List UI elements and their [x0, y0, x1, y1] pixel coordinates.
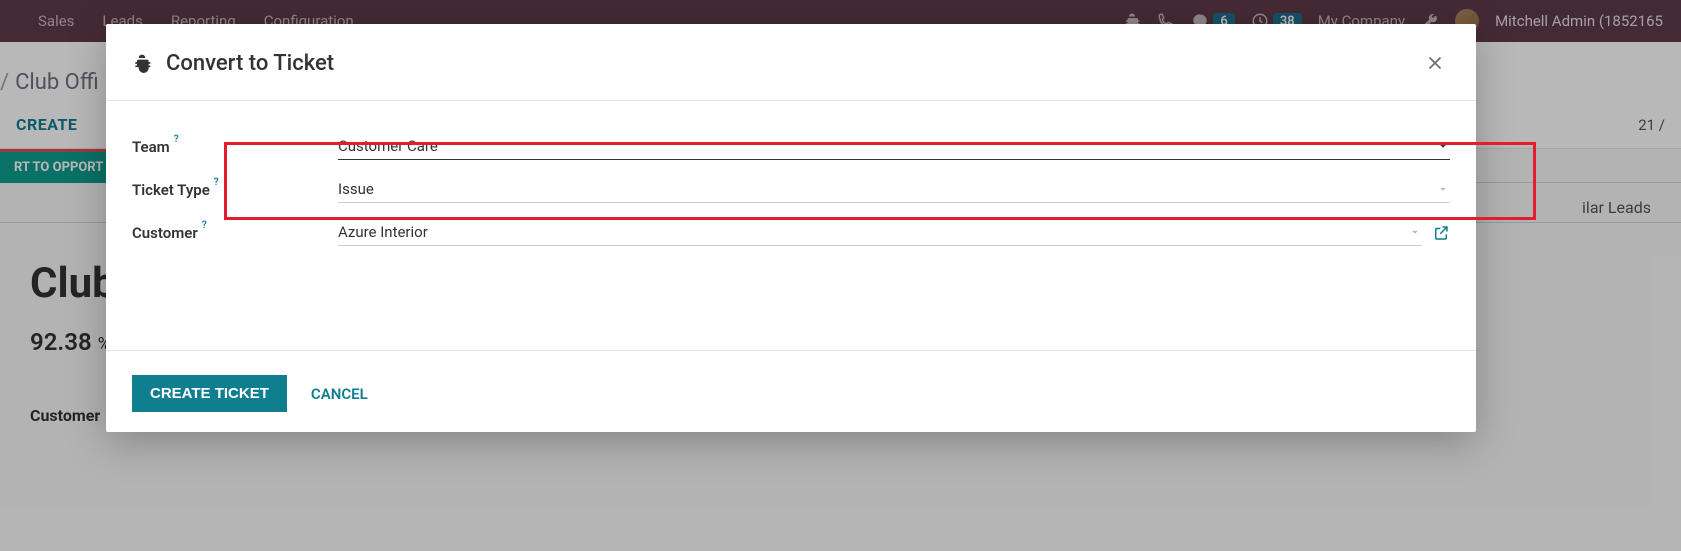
cancel-button[interactable]: CANCEL	[311, 385, 368, 403]
customer-select[interactable]: Azure Interior	[338, 219, 1422, 246]
team-value: Customer Care	[338, 137, 438, 155]
ticket-type-row: Ticket Type ? Issue	[132, 168, 1450, 211]
dialog-title: Convert to Ticket	[166, 51, 334, 76]
help-icon[interactable]: ?	[174, 134, 179, 145]
external-link-icon[interactable]	[1432, 224, 1450, 242]
customer-value: Azure Interior	[338, 223, 428, 241]
team-select[interactable]: Customer Care	[338, 133, 1450, 160]
team-label: Team	[132, 138, 170, 156]
help-icon[interactable]: ?	[202, 220, 207, 231]
chevron-down-icon	[1436, 182, 1450, 196]
bug-icon	[132, 53, 152, 73]
chevron-down-icon	[1408, 225, 1422, 239]
create-ticket-button[interactable]: CREATE TICKET	[132, 375, 287, 412]
customer-label: Customer	[132, 224, 198, 242]
close-icon[interactable]	[1420, 48, 1450, 78]
convert-to-ticket-dialog: Convert to Ticket Team ? Customer Care T…	[106, 24, 1476, 432]
ticket-type-select[interactable]: Issue	[338, 176, 1450, 203]
ticket-type-label: Ticket Type	[132, 181, 210, 199]
chevron-down-icon	[1436, 139, 1450, 153]
help-icon[interactable]: ?	[214, 177, 219, 188]
customer-row: Customer ? Azure Interior	[132, 211, 1450, 254]
ticket-type-value: Issue	[338, 180, 374, 198]
team-row: Team ? Customer Care	[132, 125, 1450, 168]
